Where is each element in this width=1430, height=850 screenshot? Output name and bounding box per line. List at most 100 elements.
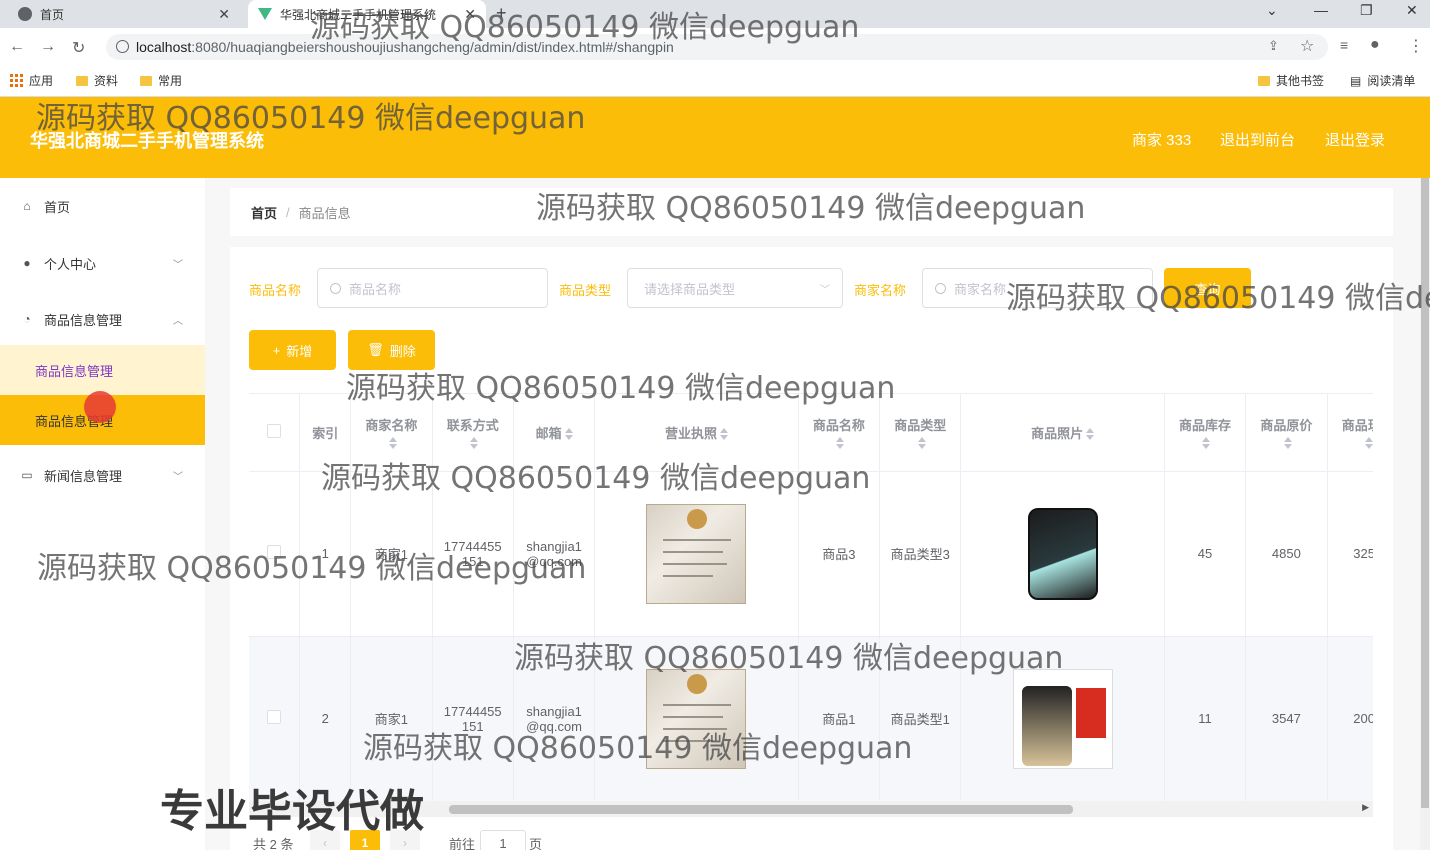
browser-tab-home[interactable]: 首页 ✕ [8, 0, 240, 28]
bookmark-folder[interactable]: 常用 [140, 72, 182, 89]
bookmark-apps[interactable]: 应用 [10, 72, 53, 89]
merchant-cell: 商家1 [350, 471, 433, 637]
back-icon[interactable]: ← [9, 38, 25, 56]
scroll-right-icon[interactable]: ▶ [1362, 802, 1369, 813]
new-tab-icon[interactable]: + [496, 3, 507, 24]
browser-tab-active[interactable]: 华强北商城二手手机管理系统 ✕ [248, 0, 486, 28]
bookmark-label: 常用 [158, 74, 183, 88]
button-label: 新增 [286, 343, 313, 359]
sort-icon[interactable] [719, 428, 728, 441]
url-field[interactable]: localhost:8080/huaqiangbeiershoushoujius… [106, 34, 1328, 60]
app-title: 华强北商城二手手机管理系统 [30, 131, 264, 151]
sort-icon[interactable] [564, 428, 573, 441]
scroll-thumb[interactable] [1421, 178, 1429, 808]
minimize-icon[interactable]: — [1314, 2, 1328, 18]
goods-photo[interactable] [1012, 668, 1113, 769]
reading-mode-icon[interactable]: ≡ [1340, 37, 1348, 53]
button-label: 删除 [389, 343, 416, 359]
vertical-scrollbar[interactable] [1420, 178, 1430, 850]
info-icon[interactable] [116, 40, 129, 53]
column-header[interactable]: 联系方式 [432, 394, 514, 472]
forward-icon[interactable]: → [40, 38, 56, 56]
column-header[interactable]: 商品库存 [1164, 394, 1247, 472]
bookmark-reading-list[interactable]: ▤ 阅读清单 [1350, 72, 1415, 89]
bookmark-folder[interactable]: 资料 [76, 72, 118, 89]
column-header[interactable]: 商品名称 [798, 394, 881, 472]
cursor-click-indicator [84, 391, 116, 423]
row-checkbox[interactable] [267, 710, 282, 724]
bookmark-label: 应用 [29, 74, 54, 88]
reload-icon[interactable]: ↻ [72, 38, 85, 58]
column-header[interactable]: 商家名称 [350, 394, 433, 472]
sidebar-item-home[interactable]: ⌂ 首页 [0, 180, 205, 232]
license-image[interactable] [646, 503, 747, 604]
license-image[interactable] [646, 668, 747, 769]
goods-name-cell: 商品3 [798, 471, 881, 637]
goods-photo-cell [960, 471, 1165, 637]
sidebar-subitem-goods[interactable]: 商品信息管理 [0, 345, 205, 395]
sort-icon[interactable] [470, 436, 479, 449]
search-button[interactable]: 查询 [1164, 268, 1251, 308]
goods-name-input[interactable]: 商品名称 [317, 268, 548, 308]
sort-icon[interactable] [1202, 436, 1211, 449]
share-icon[interactable]: ⇪ [1268, 38, 1279, 54]
sidebar-item-news[interactable]: ▭ 新闻信息管理 ﹀ [0, 449, 205, 501]
app-header: 华强北商城二手手机管理系统 商家 333 退出到前台 退出登录 [0, 97, 1430, 178]
url-path: :8080/huaqiangbeiershoushoujiushangcheng… [191, 39, 674, 55]
goto-page-input[interactable]: 1 [480, 830, 526, 850]
breadcrumb-separator: / [286, 204, 290, 220]
restore-icon[interactable]: ❐ [1360, 2, 1373, 19]
license-cell [594, 471, 799, 637]
sidebar-item-personal[interactable]: ● 个人中心 ﹀ [0, 237, 205, 289]
table-row[interactable]: 1 商家1 17744455151 shangjia1@qq.com 商品3 商… [249, 471, 1373, 637]
goods-photo[interactable] [1027, 507, 1098, 600]
license-cell [594, 636, 799, 801]
row-checkbox[interactable] [267, 545, 282, 559]
goods-type-label: 商品类型 [559, 283, 612, 298]
column-header[interactable]: 商品照片 [960, 394, 1165, 472]
sort-icon[interactable] [1283, 436, 1292, 449]
column-header[interactable]: 商品类型 [879, 394, 962, 472]
chevron-up-icon: ︿ [173, 315, 183, 327]
current-user: 商家 333 [1132, 132, 1192, 149]
merchant-name-input[interactable]: 商家名称 [922, 268, 1153, 308]
close-tab-icon[interactable]: ✕ [464, 6, 476, 23]
column-header[interactable]: 商品现价 [1327, 394, 1373, 472]
back-to-front-link[interactable]: 退出到前台 [1220, 129, 1295, 150]
column-header[interactable]: 营业执照 [594, 394, 799, 472]
goods-name-label: 商品名称 [249, 283, 302, 298]
sort-icon[interactable] [917, 436, 926, 449]
sort-icon[interactable] [1365, 436, 1373, 449]
column-header[interactable]: 商品原价 [1245, 394, 1328, 472]
select-all-checkbox[interactable] [267, 423, 282, 438]
add-button[interactable]: + 新增 [249, 330, 336, 370]
bookmark-other[interactable]: 其他书签 [1258, 72, 1324, 89]
chevron-down-icon: ﹀ [173, 259, 183, 271]
placeholder: 商家名称 [954, 281, 1007, 297]
delete-button[interactable]: 🗑 删除 [348, 330, 435, 370]
tab-search-icon[interactable]: ⌄ [1266, 2, 1278, 19]
sort-icon[interactable] [1086, 428, 1095, 441]
menu-icon[interactable]: ⋮ [1408, 36, 1424, 56]
scroll-thumb[interactable] [449, 805, 1073, 814]
page-unit-label: 页 [529, 837, 543, 850]
placeholder: 商品名称 [349, 281, 402, 297]
breadcrumb: 首页 / 商品信息 [230, 188, 1393, 236]
column-header[interactable]: 邮箱 [513, 394, 596, 472]
user-icon: ● [23, 256, 31, 270]
sort-icon[interactable] [836, 436, 845, 449]
profile-icon[interactable]: ● [1370, 36, 1380, 54]
goods-type-select[interactable]: 请选择商品类型 ﹀ [627, 268, 843, 308]
star-icon[interactable]: ☆ [1300, 36, 1314, 56]
sidebar-item-goods-group[interactable]: ◔ 商品信息管理 ︿ [0, 293, 205, 345]
phone-cell: 17744455151 [432, 636, 514, 801]
goods-photo-cell [960, 636, 1165, 801]
sort-icon[interactable] [388, 436, 397, 449]
window-close-icon[interactable]: ✕ [1406, 2, 1418, 19]
close-tab-icon[interactable]: ✕ [218, 6, 230, 23]
goods-table: 索引 商家名称 联系方式 邮箱 营业执照 商品名称 商品类型 商品照片 商品库存… [249, 393, 1373, 801]
logout-link[interactable]: 退出登录 [1325, 129, 1385, 150]
index-cell: 1 [299, 471, 352, 637]
breadcrumb-home[interactable]: 首页 [251, 203, 277, 222]
goods-type-cell: 商品类型3 [879, 471, 962, 637]
